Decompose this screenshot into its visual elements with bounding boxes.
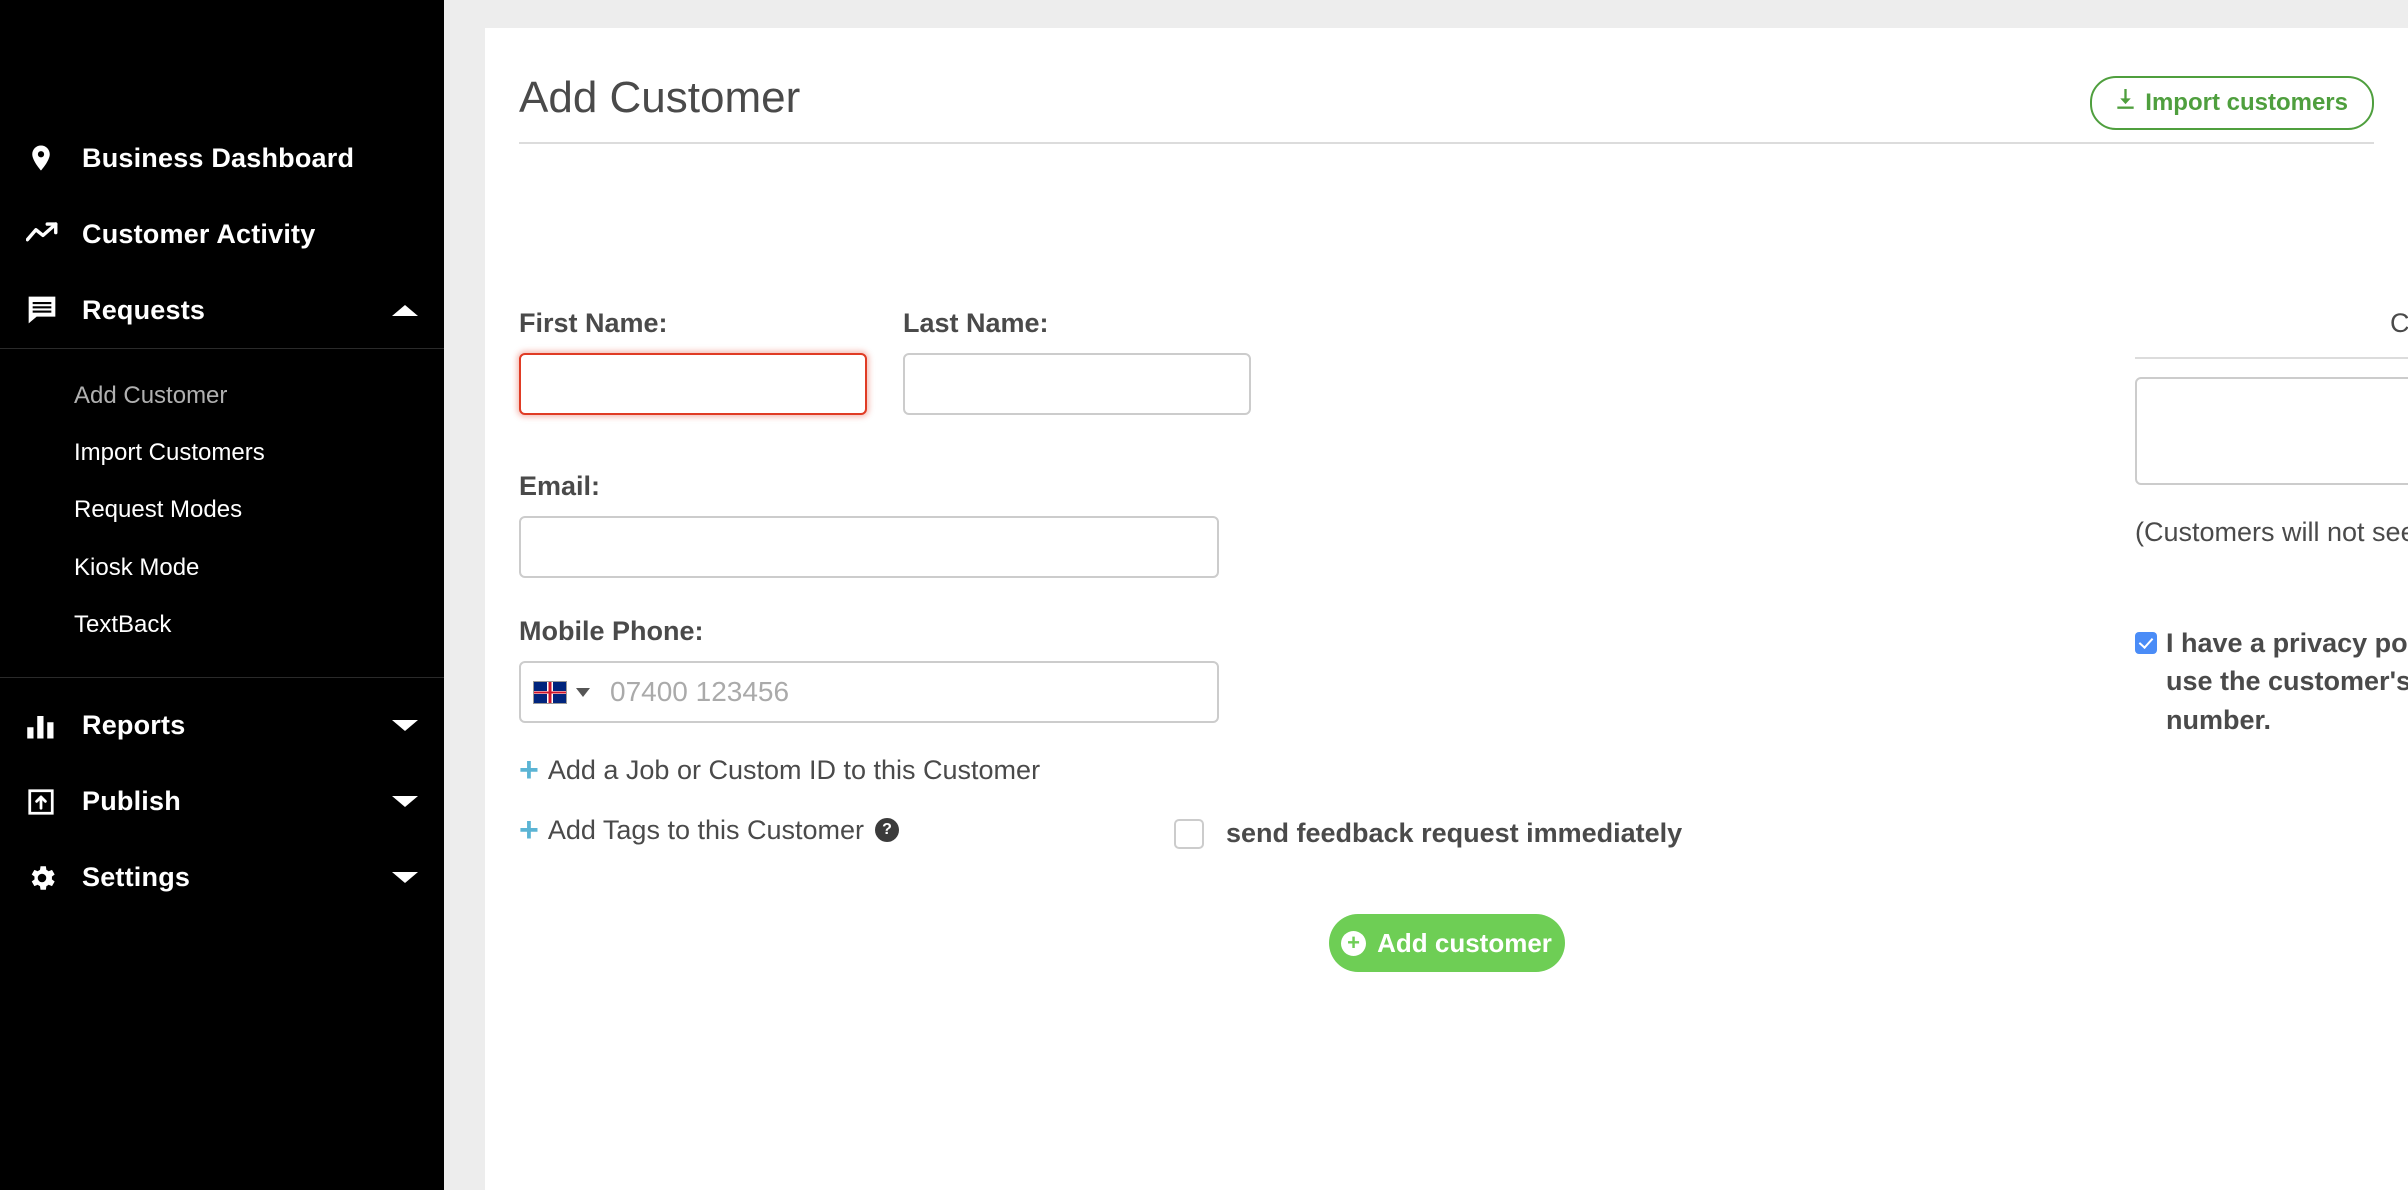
header-divider [519, 142, 2374, 144]
sidebar-item-settings[interactable]: Settings [0, 840, 444, 916]
email-input[interactable] [519, 516, 1219, 578]
message-lines-icon [26, 294, 70, 326]
sidebar-lower-nav: Reports Publish Settings [0, 678, 444, 916]
page-title: Add Customer [519, 73, 801, 122]
add-job-or-custom-id-link[interactable]: + Add a Job or Custom ID to this Custome… [519, 753, 1679, 787]
sidebar-item-request-modes[interactable]: Request Modes [0, 481, 444, 538]
sidebar-item-label: Requests [82, 294, 206, 325]
question-mark-icon[interactable]: ? [875, 818, 900, 842]
bar-chart-icon [26, 712, 70, 740]
download-icon [2116, 89, 2135, 117]
privacy-policy-row: I have a privacy policy in place, and pe… [2135, 624, 2408, 739]
mobile-phone-field-group: Mobile Phone: [519, 616, 1679, 723]
sidebar-item-kiosk-mode[interactable]: Kiosk Mode [0, 539, 444, 596]
sidebar-item-label: Publish [82, 786, 181, 817]
sidebar-item-textback[interactable]: TextBack [0, 596, 444, 653]
sidebar-item-label: Business Dashboard [82, 142, 355, 173]
page-header: Add Customer Import customers [485, 28, 2408, 146]
add-customer-button[interactable]: + Add customer [1328, 914, 1565, 972]
chevron-down-icon[interactable] [392, 872, 418, 884]
sidebar-item-label: Customer Activity [82, 218, 316, 249]
customer-notes-hint: (Customers will not see your notes. Only… [2135, 517, 2408, 547]
chevron-down-icon[interactable] [392, 796, 418, 808]
customer-notes-textarea[interactable] [2135, 377, 2408, 485]
mobile-phone-label: Mobile Phone: [519, 616, 704, 646]
privacy-policy-label[interactable]: I have a privacy policy in place, and pe… [2166, 624, 2408, 739]
add-tags-label: Add Tags to this Customer [547, 814, 865, 845]
customer-notes-title: Customer Notes [2135, 308, 2408, 359]
sidebar-item-add-customer[interactable]: Add Customer [0, 367, 444, 424]
gear-icon [26, 862, 70, 894]
first-name-input[interactable] [519, 353, 867, 415]
last-name-label: Last Name: [903, 308, 1049, 338]
sidebar-item-label: Settings [82, 862, 191, 893]
sidebar-submenu-requests: Add Customer Import Customers Request Mo… [0, 348, 444, 678]
chevron-up-icon[interactable] [392, 304, 418, 316]
uk-flag-icon[interactable] [533, 680, 567, 704]
chevron-down-icon[interactable] [576, 687, 590, 697]
circle-plus-icon: + [1341, 930, 1367, 956]
sidebar-item-customer-activity[interactable]: Customer Activity [0, 196, 444, 272]
publish-upload-icon [26, 787, 70, 817]
add-customer-label: Add customer [1377, 927, 1552, 958]
sidebar-item-business-dashboard[interactable]: Business Dashboard [0, 120, 444, 196]
app-root: Business Dashboard Customer Activity Req… [0, 0, 2408, 1190]
email-field-group: Email: [519, 471, 1679, 578]
last-name-field-group: Last Name: [903, 308, 1251, 415]
sidebar-top-spacer [0, 0, 444, 120]
location-pin-icon [26, 141, 70, 175]
form-left-column: First Name: Last Name: Email: Mobile Pho [519, 308, 1679, 847]
send-feedback-checkbox[interactable] [1174, 818, 1204, 849]
sidebar-item-import-customers[interactable]: Import Customers [0, 424, 444, 481]
name-fields-row: First Name: Last Name: [519, 308, 1679, 415]
first-name-label: First Name: [519, 308, 668, 338]
first-name-field-group: First Name: [519, 308, 867, 415]
email-label: Email: [519, 471, 601, 501]
sidebar-item-requests[interactable]: Requests [0, 272, 444, 348]
main-content-panel: Add Customer Import customers First Name… [485, 28, 2408, 1190]
sidebar-item-publish[interactable]: Publish [0, 764, 444, 840]
add-job-label: Add a Job or Custom ID to this Customer [547, 754, 1041, 785]
plus-icon: + [519, 751, 539, 789]
sidebar-navigation: Business Dashboard Customer Activity Req… [0, 0, 444, 1190]
customer-form: First Name: Last Name: Email: Mobile Pho [485, 146, 2408, 972]
import-customers-button[interactable]: Import customers [2090, 76, 2374, 130]
customer-notes-panel: Customer Notes (Customers will not see y… [2135, 308, 2408, 739]
trending-up-icon [26, 221, 70, 247]
sidebar-item-label: Reports [82, 710, 186, 741]
chevron-down-icon[interactable] [392, 720, 418, 732]
last-name-input[interactable] [903, 353, 1251, 415]
plus-icon: + [519, 811, 539, 849]
import-customers-label: Import customers [2145, 89, 2348, 116]
sidebar-item-reports[interactable]: Reports [0, 688, 444, 764]
privacy-policy-checkbox[interactable] [2135, 632, 2157, 654]
send-feedback-label[interactable]: send feedback request immediately [1226, 818, 1682, 849]
send-feedback-row: send feedback request immediately [1174, 818, 1682, 849]
mobile-phone-input-wrapper [519, 661, 1219, 723]
mobile-phone-input[interactable] [590, 664, 1205, 720]
